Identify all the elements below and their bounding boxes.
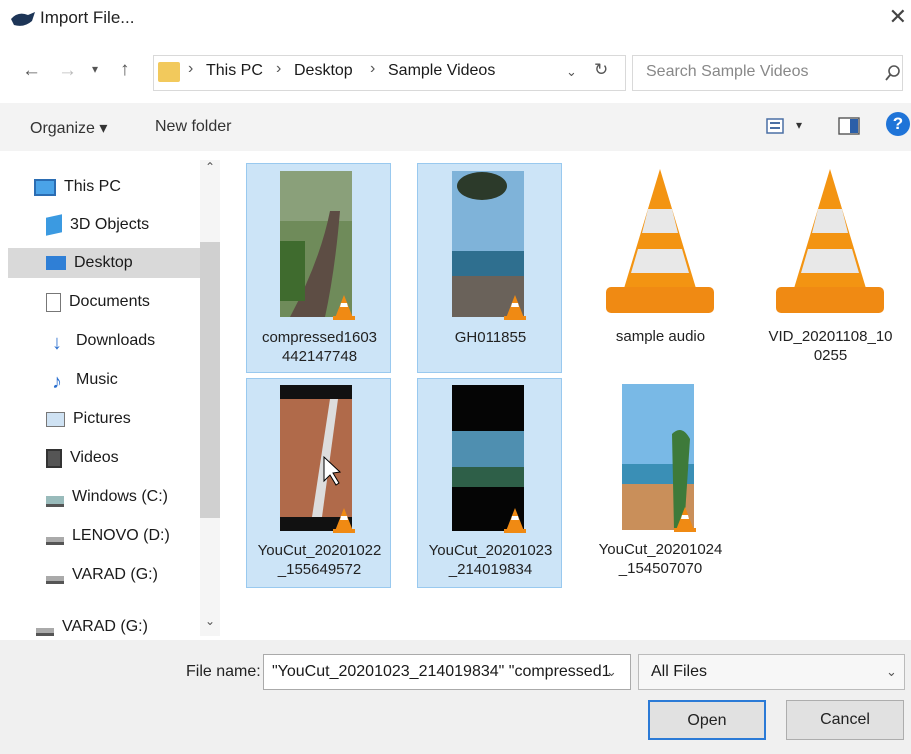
file-name-line1: VID_20201108_10	[768, 328, 893, 345]
app-icon	[11, 12, 35, 26]
up-arrow-icon[interactable]: ↑	[120, 59, 130, 81]
file-tile-youcut-20201024[interactable]: YouCut_20201024 _154507070	[588, 378, 733, 588]
window-title: Import File...	[40, 8, 135, 27]
vlc-cone-icon	[674, 507, 696, 532]
refresh-icon[interactable]: ↻	[594, 60, 608, 80]
cancel-button[interactable]: Cancel	[786, 700, 904, 740]
breadcrumb-separator-icon: ›	[188, 60, 194, 77]
new-folder-button[interactable]: New folder	[155, 118, 231, 136]
scroll-up-icon[interactable]: ⌃	[205, 160, 215, 174]
vlc-cone-icon	[504, 295, 526, 320]
preview-pane-icon[interactable]	[838, 117, 860, 135]
file-name-line1: YouCut_20201022	[257, 542, 382, 559]
help-icon[interactable]: ?	[886, 112, 910, 136]
sidebar-item-windows-c[interactable]: Windows (C:)	[46, 482, 200, 512]
vlc-cone-icon	[333, 295, 355, 320]
drive-icon	[46, 537, 64, 545]
breadcrumb-separator-icon: ›	[276, 60, 282, 77]
file-name-line2: _154507070	[618, 560, 703, 577]
vlc-cone-icon	[776, 169, 884, 313]
vlc-cone-icon	[333, 508, 355, 533]
sidebar-item-this-pc[interactable]: This PC	[34, 172, 200, 202]
drive-icon	[36, 628, 54, 636]
download-arrow-icon: ↓	[52, 332, 62, 354]
search-placeholder: Search Sample Videos	[646, 63, 809, 80]
recent-locations-chevron-icon[interactable]: ▾	[92, 62, 98, 76]
sidebar-scrollbar-thumb[interactable]	[200, 242, 220, 518]
file-tile-youcut-20201023[interactable]: YouCut_20201023 _214019834	[417, 378, 562, 588]
sidebar-item-downloads[interactable]: ↓ Downloads	[46, 326, 200, 356]
sidebar-item-videos[interactable]: Videos	[46, 443, 200, 473]
desktop-icon	[46, 256, 66, 270]
search-icon[interactable]	[884, 64, 902, 82]
file-name-dropdown-icon[interactable]: ⌄	[606, 664, 617, 680]
file-tile-compressed[interactable]: compressed1603 442147748	[246, 163, 391, 373]
file-name-line1: GH011855	[454, 329, 527, 346]
forward-arrow-icon[interactable]: →	[58, 60, 77, 82]
file-name-label: File name:	[186, 663, 261, 680]
monitor-icon	[34, 178, 56, 196]
folder-icon	[158, 62, 180, 82]
breadcrumb-separator-icon: ›	[370, 60, 376, 77]
view-options-icon[interactable]	[766, 118, 784, 134]
file-name-line1: compressed1603	[261, 329, 378, 346]
view-dropdown-icon[interactable]: ▾	[796, 118, 802, 132]
sidebar-item-3d-objects[interactable]: 3D Objects	[46, 210, 200, 240]
file-name-input[interactable]: "YouCut_20201023_214019834" "compressed1	[263, 654, 631, 690]
vlc-cone-icon	[504, 508, 526, 533]
file-name-line1: YouCut_20201023	[428, 542, 553, 559]
file-tile-vid-20201108[interactable]: VID_20201108_10 0255	[758, 163, 903, 373]
organize-menu[interactable]: Organize ▾	[30, 118, 107, 138]
title-bar: Import File... ✕	[0, 0, 911, 40]
address-dropdown-icon[interactable]: ⌄	[566, 64, 577, 80]
open-button[interactable]: Open	[648, 700, 766, 740]
film-icon	[46, 448, 62, 468]
file-type-dropdown-icon[interactable]: ⌄	[886, 664, 897, 680]
drive-icon	[46, 495, 64, 507]
music-note-icon: ♪	[52, 371, 62, 393]
drive-icon	[46, 576, 64, 584]
file-name-line1: sample audio	[615, 328, 706, 345]
sidebar-item-pictures[interactable]: Pictures	[46, 404, 200, 434]
breadcrumb-desktop[interactable]: Desktop	[294, 62, 353, 80]
scroll-down-icon[interactable]: ⌄	[205, 614, 215, 628]
file-name-line2: 0255	[813, 347, 848, 364]
breadcrumb-this-pc[interactable]: This PC	[206, 62, 263, 80]
file-tile-sample-audio[interactable]: sample audio	[588, 163, 733, 373]
sidebar-item-varad-g-root[interactable]: VARAD (G:)	[36, 612, 200, 642]
sidebar-item-varad-g[interactable]: VARAD (G:)	[46, 560, 200, 590]
vlc-cone-icon	[606, 169, 714, 313]
sidebar-item-documents[interactable]: Documents	[46, 287, 200, 317]
breadcrumb-sample-videos[interactable]: Sample Videos	[388, 62, 495, 80]
file-tile-gh011855[interactable]: GH011855	[417, 163, 562, 373]
file-type-select[interactable]: All Files	[638, 654, 905, 690]
file-name-line1: YouCut_20201024	[598, 541, 723, 558]
file-name-line2: 442147748	[281, 348, 358, 365]
file-name-line2: _155649572	[277, 561, 362, 578]
back-arrow-icon[interactable]: ←	[22, 60, 41, 82]
document-icon	[46, 292, 61, 312]
sidebar-item-desktop[interactable]: Desktop	[8, 248, 200, 278]
file-tile-youcut-20201022[interactable]: YouCut_20201022 _155649572	[246, 378, 391, 588]
sidebar-item-lenovo-d[interactable]: LENOVO (D:)	[46, 521, 200, 551]
picture-icon	[46, 411, 65, 427]
sidebar-item-music[interactable]: ♪ Music	[46, 365, 200, 395]
file-name-line2: _214019834	[448, 561, 533, 578]
close-icon[interactable]: ✕	[889, 4, 907, 30]
cube-icon	[46, 214, 62, 236]
